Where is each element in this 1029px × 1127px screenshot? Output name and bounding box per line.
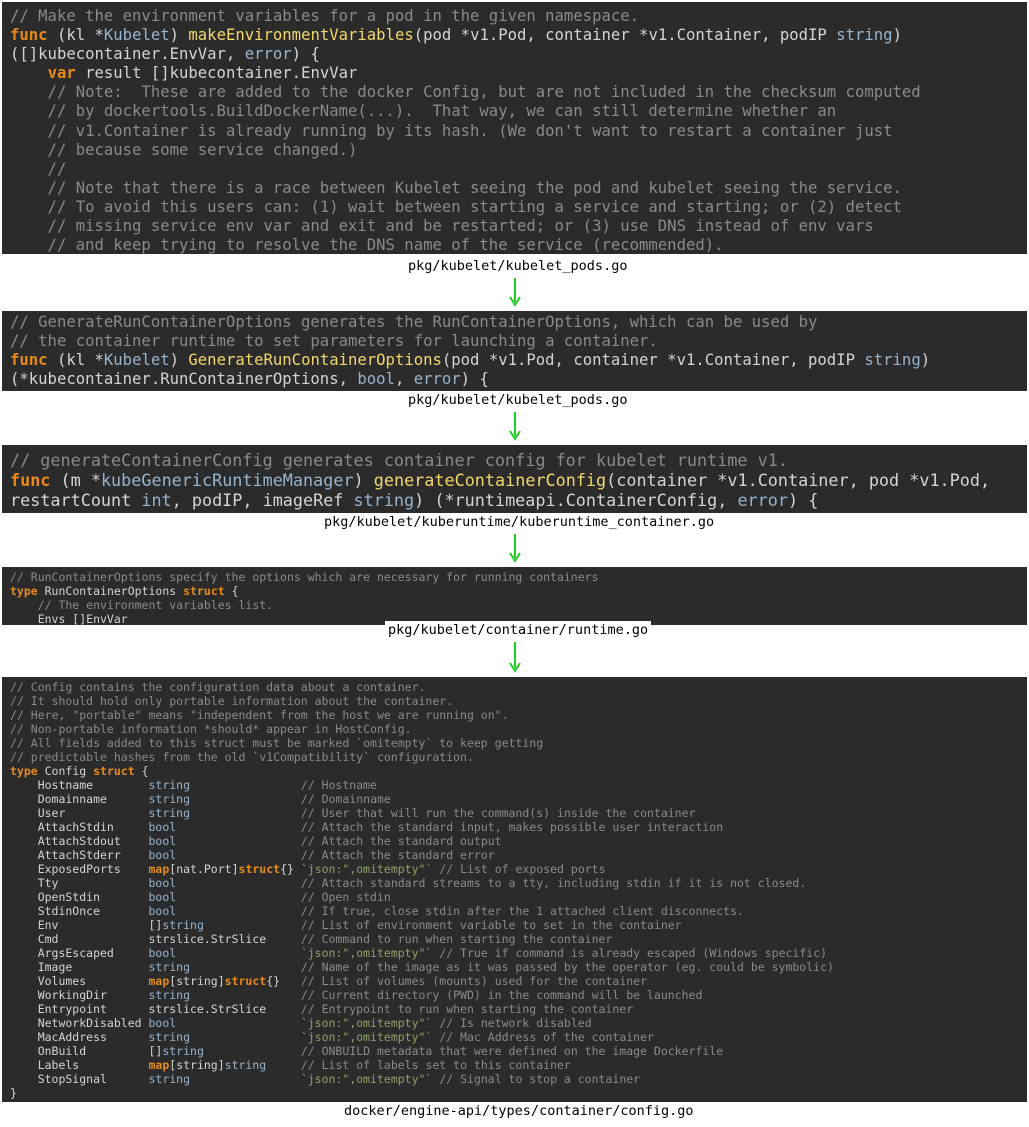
code-block-docker-config: // Config contains the configuration dat… [2, 677, 1027, 1102]
code-line: // GenerateRunContainerOptions generates… [10, 313, 818, 331]
code-line: // All fields added to this struct must … [10, 736, 544, 750]
flow-arrow-3 [509, 534, 521, 563]
code-line: // missing service env var and exit and … [10, 217, 874, 236]
code-text: // GenerateRunContainerOptions generates… [2, 311, 1027, 389]
code-line: StopSignal string `json:",omitempty"` //… [10, 1072, 641, 1086]
code-line: // RunContainerOptions specify the optio… [10, 570, 599, 584]
code-line: User string // User that will run the co… [10, 806, 696, 820]
code-text: // Make the environment variables for a … [2, 2, 1027, 255]
code-line: AttachStdout bool // Attach the standard… [10, 834, 502, 848]
code-line: // Here, "portable" means "independent f… [10, 708, 509, 722]
code-line: // generateContainerConfig generates con… [10, 450, 788, 470]
code-line: // and keep trying to resolve the DNS na… [10, 236, 724, 255]
code-block-run-container-options: // RunContainerOptions specify the optio… [2, 567, 1027, 626]
code-block-generate-run-container-options: // GenerateRunContainerOptions generates… [2, 311, 1027, 391]
code-line: // Non-portable information *should* app… [10, 722, 412, 736]
code-line: Env []string // List of environment vari… [10, 918, 682, 932]
code-line: // Make the environment variables for a … [10, 7, 640, 25]
code-line: // Note that there is a race between Kub… [10, 178, 902, 197]
code-line: Domainname string // Domainname [10, 792, 391, 806]
code-text: // RunContainerOptions specify the optio… [2, 567, 1027, 626]
file-label-docker-config: docker/engine-api/types/container/config… [341, 1102, 697, 1120]
code-line: // predictable hashes from the old `v1Co… [10, 750, 474, 764]
code-line: // v1.Container is already running by it… [10, 121, 893, 140]
code-block-make-environment-variables: // Make the environment variables for a … [2, 2, 1027, 254]
code-line: // The environment variables list. [10, 598, 274, 612]
code-line: Entrypoint strslice.StrSlice // Entrypoi… [10, 1002, 634, 1016]
code-line: ExposedPorts map[nat.Port]struct{} `json… [10, 862, 606, 876]
code-line: func (kl *Kubelet) makeEnvironmentVariab… [10, 26, 902, 45]
file-label-kubelet-pods-2: pkg/kubelet/kubelet_pods.go [405, 391, 631, 409]
code-line: AttachStdin bool // Attach the standard … [10, 820, 724, 834]
code-line: Image string // Name of the image as it … [10, 960, 834, 974]
code-line: Tty bool // Attach standard streams to a… [10, 876, 807, 890]
file-label-kuberuntime-container: pkg/kubelet/kuberuntime/kuberuntime_cont… [321, 513, 718, 531]
code-line: WorkingDir string // Current directory (… [10, 988, 703, 1002]
code-line: Envs []EnvVar [10, 612, 128, 626]
code-line: func (kl *Kubelet) GenerateRunContainerO… [10, 351, 931, 370]
code-line: (*kubecontainer.RunContainerOptions, boo… [10, 370, 489, 389]
code-line: Volumes map[string]struct{} // List of v… [10, 974, 648, 988]
code-line: StdinOnce bool // If true, close stdin a… [10, 904, 744, 918]
code-line: type Config struct { [10, 764, 149, 778]
code-line: Hostname string // Hostname [10, 778, 377, 792]
code-line: restartCount int, podIP, imageRef string… [10, 490, 819, 510]
code-line: // by dockertools.BuildDockerName(...). … [10, 102, 837, 121]
code-text: // Config contains the configuration dat… [2, 677, 1027, 1100]
code-line: MacAddress string `json:",omitempty"` //… [10, 1030, 654, 1044]
flow-arrow-4 [509, 642, 521, 673]
code-line: OnBuild []string // ONBUILD metadata tha… [10, 1044, 724, 1058]
code-line: // It should hold only portable informat… [10, 694, 454, 708]
code-line: ArgsEscaped bool `json:",omitempty"` // … [10, 946, 828, 960]
code-line: ([]kubecontainer.EnvVar, error) { [10, 45, 320, 64]
code-line: AttachStderr bool // Attach the standard… [10, 848, 495, 862]
code-line: // the container runtime to set paramete… [10, 332, 658, 351]
code-line: NetworkDisabled bool `json:",omitempty"`… [10, 1016, 592, 1030]
code-line: // [10, 159, 67, 178]
flow-arrow-1 [509, 278, 521, 307]
code-line: Cmd strslice.StrSlice // Command to run … [10, 932, 613, 946]
file-label-container-runtime: pkg/kubelet/container/runtime.go [385, 621, 652, 639]
code-line: // because some service changed.) [10, 140, 358, 159]
code-line: Labels map[string]string // List of labe… [10, 1058, 571, 1072]
code-line: } [10, 1086, 17, 1100]
file-label-kubelet-pods: pkg/kubelet/kubelet_pods.go [405, 257, 631, 275]
flow-arrow-2 [509, 412, 521, 441]
code-text: // generateContainerConfig generates con… [2, 445, 1027, 510]
code-line: // To avoid this users can: (1) wait bet… [10, 197, 902, 216]
code-line: var result []kubecontainer.EnvVar [47, 64, 358, 83]
code-line: // Config contains the configuration dat… [10, 680, 426, 694]
code-line: type RunContainerOptions struct { [10, 584, 239, 598]
code-block-generate-container-config: // generateContainerConfig generates con… [2, 445, 1027, 513]
code-line: // Note: These are added to the docker C… [10, 83, 921, 102]
code-line: func (m *kubeGenericRuntimeManager) gene… [10, 470, 991, 490]
code-line: OpenStdin bool // Open stdin [10, 890, 391, 904]
